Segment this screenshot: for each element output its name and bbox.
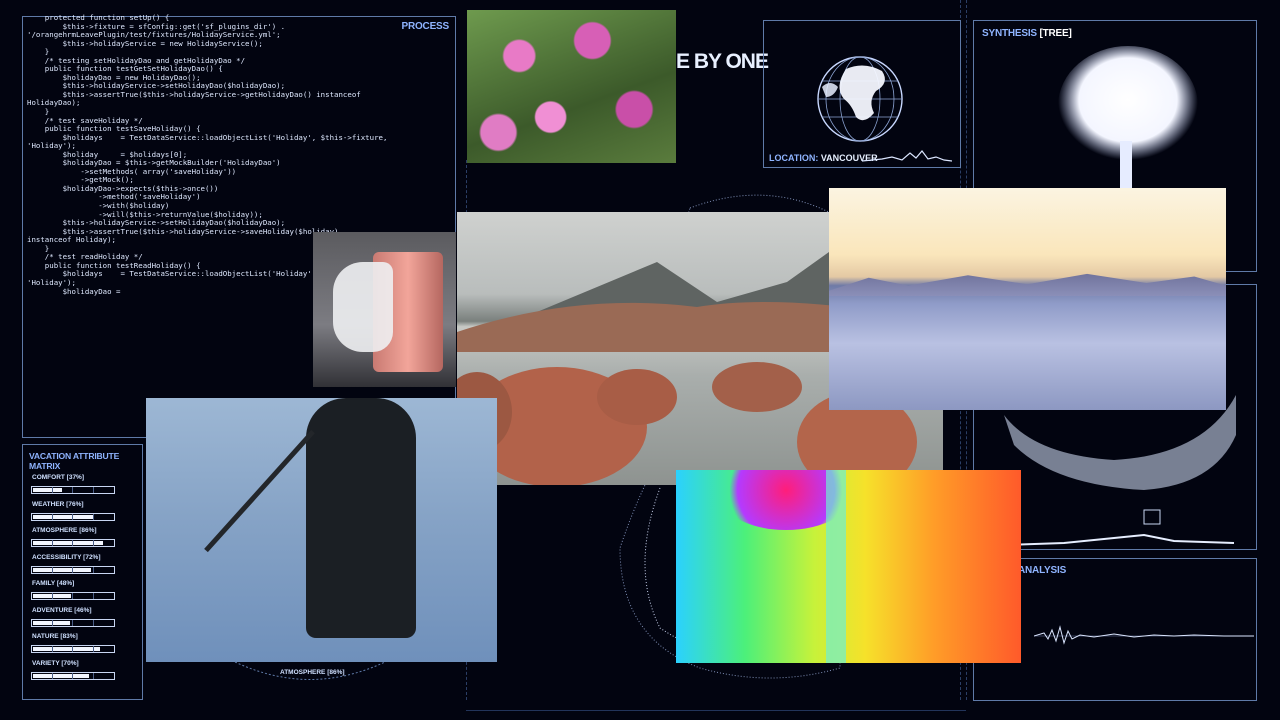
attribute-label: NATURE [83%] <box>32 633 78 640</box>
attribute-label: ADVENTURE [46%] <box>32 606 92 614</box>
flowers-photo <box>467 10 676 163</box>
attribute-bar <box>31 592 115 600</box>
attribute-bar-segment <box>72 540 73 546</box>
attribute-bar <box>31 486 115 494</box>
attribute-bar-fill <box>33 514 95 519</box>
attribute-bar-segment <box>52 619 53 626</box>
mountain-ridge <box>829 273 1226 296</box>
headline: E BY ONE <box>676 50 769 73</box>
code-line: $this->assertTrue($this->holidayService-… <box>27 89 361 99</box>
attribute-bar-segment <box>72 487 73 493</box>
attribute-bar <box>31 618 115 627</box>
person-silhouette <box>306 398 416 638</box>
attribute-bar-segment <box>93 540 94 546</box>
code-line: $holidays = TestDataService::loadObjectL… <box>27 132 388 142</box>
attribute-bar-segment <box>52 646 53 652</box>
attribute-bar-segment <box>52 513 53 520</box>
attribute-bar-segment <box>72 619 73 626</box>
audio-waveform-icon <box>1034 625 1254 645</box>
attribute-label: FAMILY [48%] <box>32 580 75 587</box>
drink-can-photo <box>313 232 456 387</box>
thermal-trees <box>826 470 846 663</box>
attribute-bar-segment <box>93 672 94 679</box>
code-line: $this->holidayService = new HolidayServi… <box>27 38 263 48</box>
attribute-label: VARIETY [70%] <box>32 659 79 667</box>
attribute-bar-segment <box>93 513 94 520</box>
attribute-bar-segment <box>93 646 94 652</box>
code-line: HolidayDao); <box>27 98 81 108</box>
globe-icon <box>817 56 903 142</box>
attribute-bar-segment <box>72 672 73 679</box>
attribute-bar-segment <box>72 593 73 599</box>
wading-person-photo <box>146 398 497 662</box>
attribute-bar-segment <box>93 593 94 599</box>
attribute-bar-segment <box>72 566 73 573</box>
atmosphere-dial-label: ATMOSPHERE [86%] <box>280 669 345 676</box>
thermal-forest-photo <box>676 470 1021 663</box>
attribute-bar <box>31 539 115 547</box>
sea-of-clouds-photo <box>829 188 1226 410</box>
attribute-label: COMFORT [37%] <box>32 474 84 481</box>
attribute-bar <box>31 512 115 521</box>
location-panel: LOCATION: VANCOUVER <box>763 20 961 168</box>
attribute-bar <box>31 645 115 653</box>
attribute-bar-segment <box>72 513 73 520</box>
attribute-bar-segment <box>93 566 94 573</box>
attribute-bar-fill <box>33 488 63 492</box>
location-label: LOCATION: <box>769 153 819 163</box>
attribute-bar-fill <box>33 647 101 651</box>
attribute-bar-segment <box>52 487 53 493</box>
attribute-bar-segment <box>52 593 53 599</box>
attribute-bar-segment <box>72 646 73 652</box>
attribute-matrix-title: VACATION ATTRIBUTE MATRIX <box>29 451 120 471</box>
paddle-shape <box>204 429 315 553</box>
attribute-bar-segment <box>52 540 53 546</box>
attribute-bar-fill <box>33 673 90 678</box>
analysis-label: ANALYSIS <box>1018 565 1067 576</box>
hand-shape <box>333 262 393 352</box>
attribute-bar <box>31 671 115 680</box>
waveform-icon <box>862 150 952 162</box>
grid-line <box>466 710 966 711</box>
attribute-label: WEATHER [76%] <box>32 500 84 508</box>
attribute-bar-segment <box>52 672 53 679</box>
attribute-bar <box>31 565 115 574</box>
attribute-label: ACCESSIBILITY [72%] <box>32 553 101 561</box>
attribute-bar-segment <box>52 566 53 573</box>
attribute-bar-segment <box>93 487 94 493</box>
attribute-bar-segment <box>93 619 94 626</box>
attribute-bar-fill <box>33 567 92 572</box>
attribute-label: ATMOSPHERE [86%] <box>32 527 97 534</box>
